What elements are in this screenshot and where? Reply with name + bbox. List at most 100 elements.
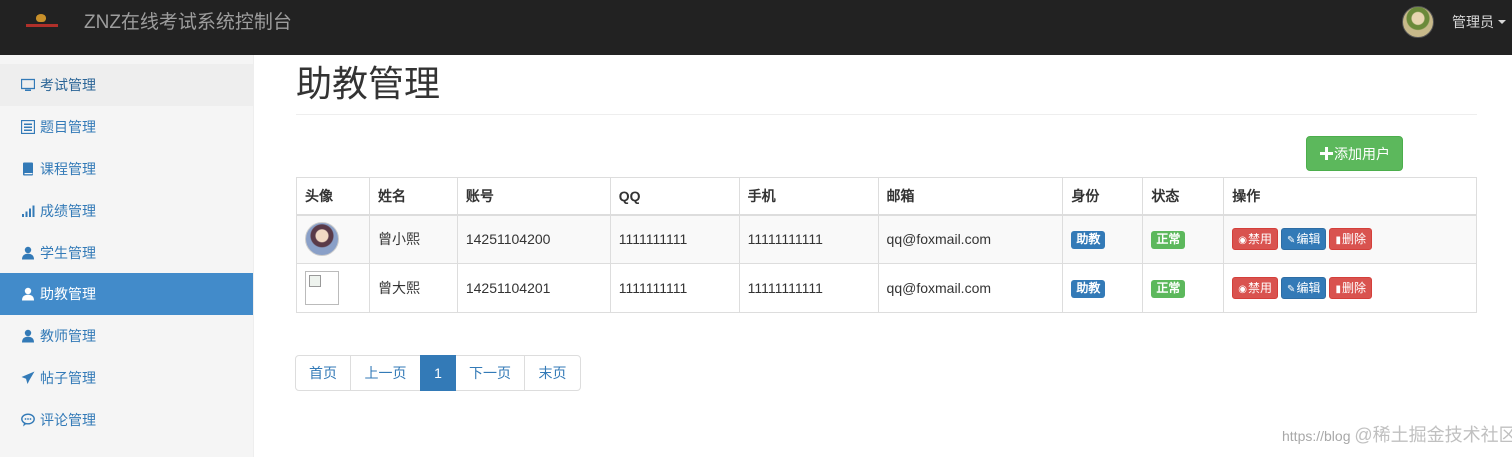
account-cell: 14251104200	[456, 214, 611, 264]
status-badge: 正常	[1151, 279, 1186, 298]
account-cell: 14251104201	[456, 263, 611, 313]
sidebar-item-exams[interactable]: 考试管理	[0, 64, 253, 106]
watermark: https://blog @稀土掘金技术社区	[1282, 421, 1512, 447]
add-user-label: 添加用户	[1334, 146, 1390, 162]
edit-label: 编辑	[1296, 281, 1321, 295]
sidebar-item-label: 成绩管理	[40, 203, 96, 219]
email-cell: qq@foxmail.com	[877, 214, 1064, 264]
monitor-icon	[21, 78, 35, 91]
sidebar-item-courses[interactable]: 课程管理	[0, 148, 253, 190]
caret-down-icon[interactable]	[1498, 20, 1506, 24]
send-icon	[21, 371, 35, 384]
table-row: 曾小熙 14251104200 1111111111 11111111111 q…	[296, 214, 1477, 264]
watermark-brand: @稀土掘金技术社区	[1354, 425, 1512, 445]
edit-icon: ✎	[1287, 284, 1296, 295]
actions-cell: ◉禁用 ✎编辑 ▮删除	[1223, 263, 1477, 313]
column-header: 姓名	[368, 177, 458, 216]
sidebar-item-label: 评论管理	[40, 412, 96, 428]
watermark-url: https://blog	[1282, 428, 1351, 444]
status-badge: 正常	[1151, 230, 1186, 249]
user-icon	[22, 329, 34, 343]
edit-button[interactable]: ✎编辑	[1281, 228, 1327, 251]
trash-icon: ▮	[1335, 284, 1341, 295]
user-name[interactable]: 管理员	[1452, 13, 1494, 31]
user-menu[interactable]: 管理员	[1386, 6, 1506, 40]
signal-icon	[22, 205, 35, 217]
role-badge: 助教	[1071, 279, 1106, 298]
sidebar-item-label: 帖子管理	[40, 370, 96, 386]
delete-label: 删除	[1341, 232, 1366, 247]
phone-cell: 11111111111	[738, 263, 879, 313]
table-row: 曾大熙 14251104201 1111111111 11111111111 q…	[296, 263, 1477, 313]
eye-slash-icon: ◉	[1238, 235, 1248, 247]
sidebar-item-comments[interactable]: 评论管理	[0, 399, 253, 441]
delete-label: 删除	[1341, 281, 1366, 295]
plus-icon	[1320, 147, 1333, 160]
email-cell: qq@foxmail.com	[877, 263, 1064, 313]
delete-button[interactable]: ▮删除	[1329, 277, 1372, 299]
sidebar-item-scores[interactable]: 成绩管理	[0, 190, 253, 232]
name-cell: 曾小熙	[368, 214, 458, 264]
page-title: 助教管理	[296, 63, 441, 104]
role-badge: 助教	[1071, 230, 1106, 249]
page-last[interactable]: 末页	[524, 355, 581, 391]
sidebar: 考试管理 题目管理 课程管理 成绩管理 学生管理 助教管理 教师管理 帖子管理 …	[0, 55, 254, 457]
app-brand[interactable]: ZNZ在线考试系统控制台	[84, 11, 292, 35]
delete-button[interactable]: ▮删除	[1329, 228, 1372, 251]
page-current[interactable]: 1	[420, 355, 456, 391]
sidebar-item-posts[interactable]: 帖子管理	[0, 357, 253, 399]
page-next[interactable]: 下一页	[455, 355, 525, 391]
sidebar-item-teachers[interactable]: 教师管理	[0, 315, 253, 357]
page-first[interactable]: 首页	[295, 355, 351, 391]
broken-image-icon	[305, 271, 339, 305]
avatar	[305, 222, 339, 257]
sidebar-item-label: 助教管理	[40, 286, 96, 302]
column-header: 操作	[1223, 177, 1477, 216]
disable-button[interactable]: ◉禁用	[1232, 277, 1279, 299]
sidebar-item-label: 考试管理	[40, 77, 96, 93]
column-header: 手机	[738, 177, 879, 216]
sidebar-item-label: 课程管理	[40, 161, 96, 177]
column-header: 身份	[1062, 177, 1144, 216]
user-icon	[22, 246, 34, 260]
disable-label: 禁用	[1248, 281, 1273, 295]
avatar-cell	[296, 263, 370, 313]
edit-icon: ✎	[1287, 235, 1296, 247]
avatar-cell	[296, 214, 370, 264]
disable-button[interactable]: ◉禁用	[1232, 228, 1279, 251]
sidebar-item-label: 题目管理	[40, 119, 96, 135]
column-header: 账号	[456, 177, 611, 216]
sidebar-item-questions[interactable]: 题目管理	[0, 106, 253, 148]
name-cell: 曾大熙	[368, 263, 458, 313]
actions-cell: ◉禁用 ✎编辑 ▮删除	[1223, 214, 1477, 264]
sidebar-item-label: 学生管理	[40, 245, 96, 261]
disable-label: 禁用	[1248, 232, 1273, 247]
top-navbar: ZNZ在线考试系统控制台 管理员	[0, 0, 1512, 55]
logo-icon[interactable]	[24, 14, 60, 30]
qq-cell: 1111111111	[609, 214, 740, 264]
column-header: 头像	[296, 177, 370, 216]
column-header: 邮箱	[877, 177, 1064, 216]
comment-icon	[21, 413, 35, 427]
assistant-table: 头像 姓名 账号 QQ 手机 邮箱 身份 状态 操作 曾小熙 142511042…	[296, 177, 1477, 313]
role-cell: 助教	[1062, 263, 1144, 313]
page-header: 助教管理	[296, 60, 1477, 115]
eye-slash-icon: ◉	[1238, 284, 1248, 295]
edit-button[interactable]: ✎编辑	[1281, 277, 1327, 299]
qq-cell: 1111111111	[609, 263, 740, 313]
table-header-row: 头像 姓名 账号 QQ 手机 邮箱 身份 状态 操作	[296, 177, 1477, 216]
column-header: 状态	[1142, 177, 1225, 216]
sidebar-item-students[interactable]: 学生管理	[0, 232, 253, 274]
role-cell: 助教	[1062, 214, 1144, 264]
trash-icon: ▮	[1335, 235, 1341, 247]
sidebar-item-label: 教师管理	[40, 328, 96, 344]
page-prev[interactable]: 上一页	[350, 355, 421, 391]
edit-label: 编辑	[1296, 232, 1321, 247]
phone-cell: 11111111111	[738, 214, 879, 264]
list-alt-icon	[21, 120, 35, 134]
add-user-button[interactable]: 添加用户	[1306, 136, 1403, 171]
column-header: QQ	[609, 177, 740, 216]
avatar[interactable]	[1402, 6, 1434, 38]
book-icon	[23, 162, 33, 176]
sidebar-item-assistants[interactable]: 助教管理	[0, 273, 253, 315]
